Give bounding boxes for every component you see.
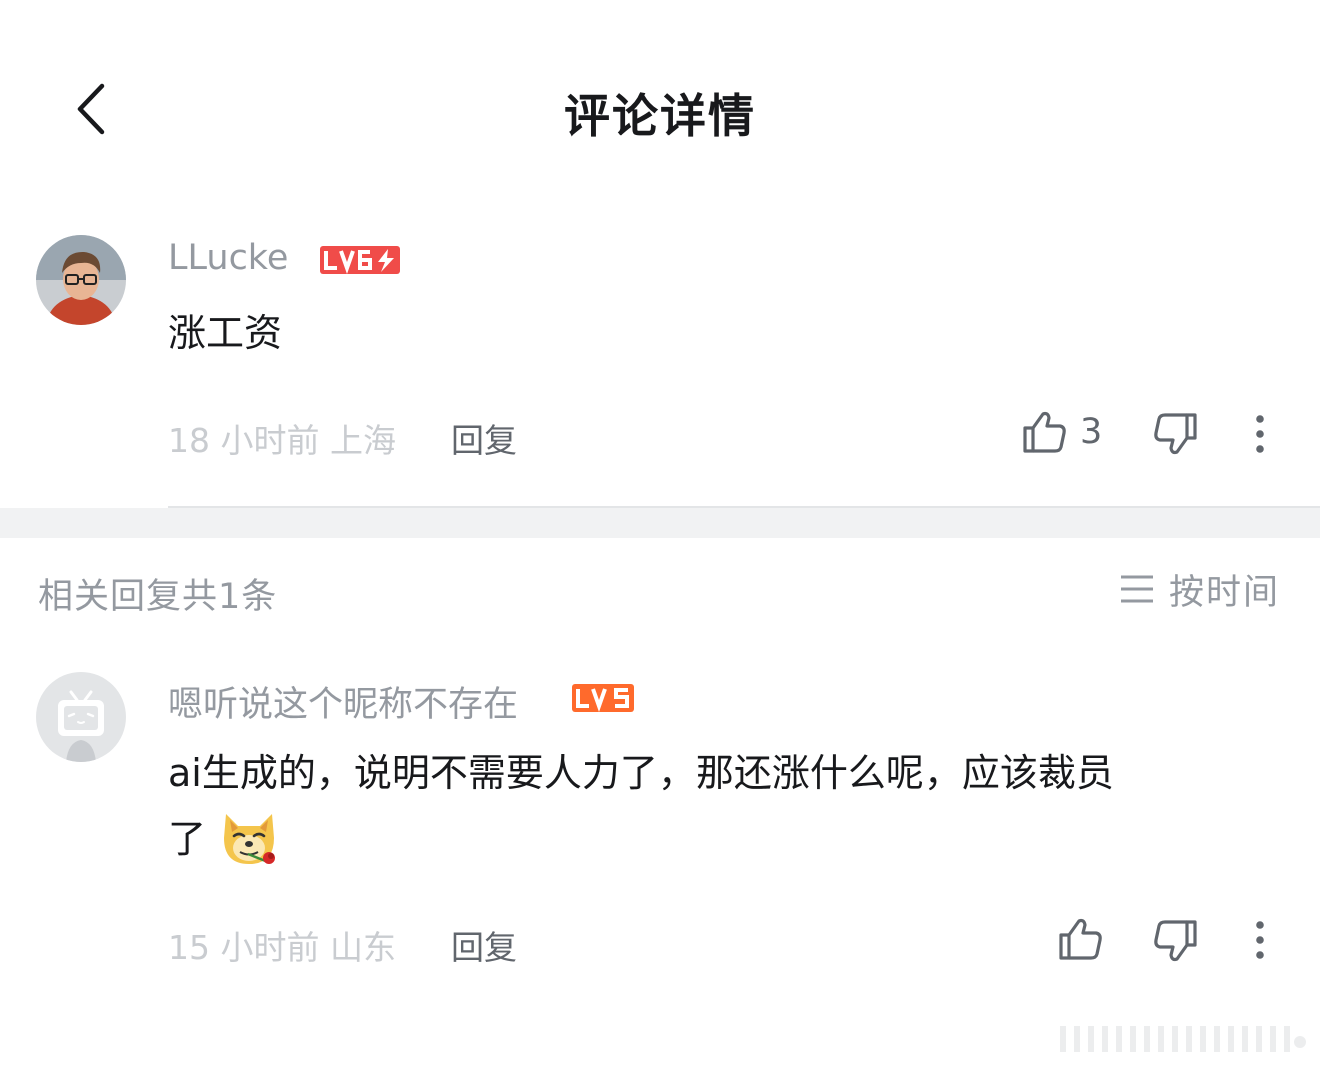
comment-username[interactable]: LLucke	[168, 238, 288, 278]
reply-text-line: ai生成的，说明不需要人力了，那还涨什么呢，应该裁员	[168, 751, 1114, 795]
reply-button[interactable]: 回复	[451, 921, 517, 969]
reply-button[interactable]: 回复	[451, 414, 517, 462]
reply-count-label: 相关回复共1条	[38, 577, 278, 617]
section-gap	[0, 508, 1320, 538]
avatar[interactable]	[36, 672, 126, 762]
more-options-button[interactable]	[1244, 412, 1276, 460]
thumbs-up-icon	[1059, 918, 1102, 960]
more-vertical-icon	[1256, 921, 1264, 959]
level-6-badge	[320, 246, 400, 274]
reply-text-line: 了	[168, 806, 1298, 872]
level-5-badge	[572, 684, 634, 712]
reply-text-end: 了	[168, 817, 207, 861]
reply-username[interactable]: 嗯听说这个昵称不存在	[168, 676, 518, 727]
dislike-button[interactable]	[1152, 917, 1200, 969]
watermark	[1060, 1026, 1306, 1052]
user-avatar-image	[36, 235, 126, 325]
dislike-button[interactable]	[1152, 410, 1200, 462]
like-button[interactable]	[1020, 408, 1068, 460]
like-button[interactable]	[1056, 915, 1104, 967]
page-title: 评论详情	[564, 89, 756, 143]
more-options-button[interactable]	[1244, 918, 1276, 966]
reply-text: ai生成的，说明不需要人力了，那还涨什么呢，应该裁员 了	[168, 740, 1298, 872]
thumbs-down-icon	[1154, 413, 1197, 455]
sort-label: 按时间	[1168, 572, 1280, 613]
reply-time-location: 15 小时前 山东	[168, 928, 396, 967]
comment-time-location: 18 小时前 上海	[168, 421, 396, 460]
comment-text: 涨工资	[168, 311, 283, 355]
like-count: 3	[1080, 412, 1103, 452]
more-vertical-icon	[1256, 415, 1264, 453]
thumbs-up-icon	[1023, 411, 1066, 453]
avatar[interactable]	[36, 235, 126, 325]
menu-lines-icon	[1120, 575, 1153, 603]
default-avatar-image	[36, 672, 126, 762]
comment-detail-page: 评论详情 LLucke 涨工资 18 小时前 上海 回复 3 相关回复共1条 按…	[0, 0, 1320, 1066]
doge-rose-emoji-icon	[224, 814, 276, 864]
thumbs-down-icon	[1154, 920, 1197, 962]
sort-toggle[interactable]: 按时间	[1119, 566, 1280, 613]
